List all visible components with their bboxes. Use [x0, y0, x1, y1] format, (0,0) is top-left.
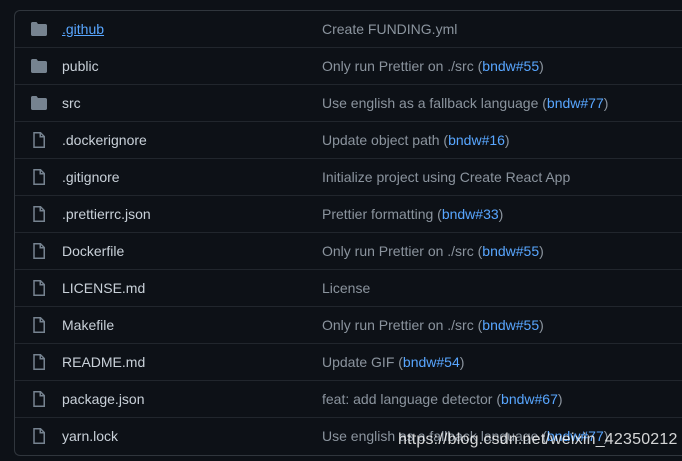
- file-name[interactable]: Makefile: [62, 317, 114, 333]
- file-row-package-json[interactable]: package.json feat: add language detector…: [15, 380, 682, 417]
- file-icon: [30, 243, 48, 259]
- file-row-gitignore[interactable]: .gitignore Initialize project using Crea…: [15, 158, 682, 195]
- file-row-prettierrc[interactable]: .prettierrc.json Prettier formatting (bn…: [15, 195, 682, 232]
- file-icon: [30, 391, 48, 407]
- file-icon: [30, 354, 48, 370]
- folder-icon: [30, 95, 48, 111]
- file-row-src[interactable]: src Use english as a fallback language (…: [15, 84, 682, 121]
- commit-message[interactable]: Update GIF (bndw#54): [322, 354, 464, 370]
- commit-ref-link[interactable]: bndw#77: [547, 95, 604, 111]
- commit-message[interactable]: Use english as a fallback language (bndw…: [322, 95, 608, 111]
- file-name[interactable]: .gitignore: [62, 169, 120, 185]
- commit-ref-link[interactable]: bndw#55: [482, 243, 539, 259]
- file-name[interactable]: yarn.lock: [62, 428, 118, 444]
- commit-ref-link[interactable]: bndw#54: [403, 354, 460, 370]
- file-row-dockerfile[interactable]: Dockerfile Only run Prettier on ./src (b…: [15, 232, 682, 269]
- file-name[interactable]: README.md: [62, 354, 145, 370]
- commit-ref-link[interactable]: bndw#16: [448, 132, 505, 148]
- commit-message[interactable]: Prettier formatting (bndw#33): [322, 206, 503, 222]
- file-icon: [30, 317, 48, 333]
- commit-message[interactable]: Create FUNDING.yml: [322, 21, 457, 37]
- file-name[interactable]: LICENSE.md: [62, 280, 145, 296]
- file-name[interactable]: Dockerfile: [62, 243, 124, 259]
- commit-message[interactable]: Only run Prettier on ./src (bndw#55): [322, 317, 544, 333]
- file-name[interactable]: public: [62, 58, 99, 74]
- commit-ref-link[interactable]: bndw#67: [501, 391, 558, 407]
- file-icon: [30, 132, 48, 148]
- file-row-github[interactable]: .github Create FUNDING.yml: [15, 11, 682, 47]
- file-icon: [30, 169, 48, 185]
- commit-ref-link[interactable]: bndw#55: [482, 317, 539, 333]
- commit-ref-link[interactable]: bndw#55: [482, 58, 539, 74]
- file-name[interactable]: .prettierrc.json: [62, 206, 151, 222]
- watermark-text: https://blog.csdn.net/weixin_42350212: [398, 431, 678, 448]
- file-row-makefile[interactable]: Makefile Only run Prettier on ./src (bnd…: [15, 306, 682, 343]
- commit-message[interactable]: Update object path (bndw#16): [322, 132, 510, 148]
- file-row-license[interactable]: LICENSE.md License: [15, 269, 682, 306]
- commit-message[interactable]: Only run Prettier on ./src (bndw#55): [322, 58, 544, 74]
- commit-message[interactable]: Only run Prettier on ./src (bndw#55): [322, 243, 544, 259]
- file-row-readme[interactable]: README.md Update GIF (bndw#54): [15, 343, 682, 380]
- commit-message[interactable]: feat: add language detector (bndw#67): [322, 391, 563, 407]
- file-name[interactable]: src: [62, 95, 81, 111]
- file-icon: [30, 206, 48, 222]
- file-icon: [30, 280, 48, 296]
- file-name[interactable]: .dockerignore: [62, 132, 147, 148]
- folder-icon: [30, 58, 48, 74]
- commit-message[interactable]: License: [322, 280, 370, 296]
- file-name-link[interactable]: .github: [62, 21, 104, 37]
- folder-icon: [30, 21, 48, 37]
- file-list: .github Create FUNDING.yml public Only r…: [14, 10, 682, 456]
- file-name[interactable]: package.json: [62, 391, 145, 407]
- file-row-public[interactable]: public Only run Prettier on ./src (bndw#…: [15, 47, 682, 84]
- commit-ref-link[interactable]: bndw#33: [442, 206, 499, 222]
- commit-message[interactable]: Initialize project using Create React Ap…: [322, 169, 570, 185]
- file-row-dockerignore[interactable]: .dockerignore Update object path (bndw#1…: [15, 121, 682, 158]
- file-icon: [30, 428, 48, 444]
